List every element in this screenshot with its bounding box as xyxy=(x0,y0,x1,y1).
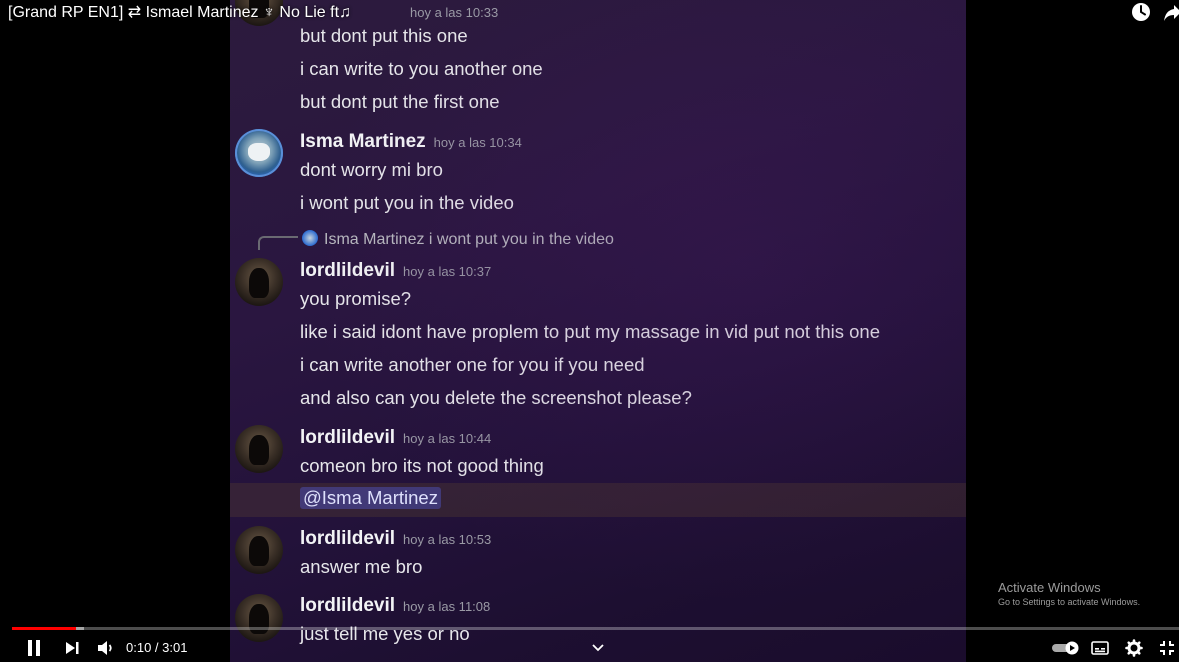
timestamp: hoy a las 10:37 xyxy=(403,264,492,279)
timestamp: hoy a las 10:53 xyxy=(403,532,492,547)
author-name: lordlildevil xyxy=(300,528,396,549)
pause-icon xyxy=(28,640,40,656)
timestamp: hoy a las 10:44 xyxy=(403,431,492,446)
volume-button[interactable] xyxy=(96,637,116,659)
timestamp: hoy a las 11:08 xyxy=(403,599,491,614)
message-author: Isma Martinez hoy a las 10:34 xyxy=(300,131,522,153)
time-separator: / xyxy=(151,640,163,655)
next-button[interactable] xyxy=(62,637,82,659)
message-author: lordlildevil hoy a las 10:37 xyxy=(300,260,491,282)
user-mention: @Isma Martinez xyxy=(300,487,441,509)
reply-avatar xyxy=(302,230,318,246)
expand-chevron-button[interactable] xyxy=(590,637,606,659)
message-line: i can write to you another one xyxy=(300,58,543,79)
author-name: lordlildevil xyxy=(300,260,396,281)
autoplay-toggle-icon xyxy=(1052,641,1079,655)
message-author: lordlildevil hoy a las 10:53 xyxy=(300,528,491,550)
exit-fullscreen-icon xyxy=(1160,641,1174,655)
mention-highlight-row: @Isma Martinez xyxy=(230,483,966,517)
settings-gear-icon xyxy=(1125,639,1143,657)
message-line: answer me bro xyxy=(300,556,423,577)
subtitles-icon xyxy=(1091,641,1109,655)
message-line: i can write another one for you if you n… xyxy=(300,354,645,375)
reply-spine xyxy=(258,236,298,250)
reply-text: i wont put you in the video xyxy=(428,231,614,248)
message-line: i wont put you in the video xyxy=(300,192,514,213)
avatar xyxy=(235,129,283,177)
share-arrow-icon[interactable] xyxy=(1162,2,1179,22)
message-line: you promise? xyxy=(300,288,412,309)
message-line: and also can you delete the screenshot p… xyxy=(300,387,692,408)
reply-author: Isma Martinez xyxy=(324,231,425,248)
author-name: lordlildevil xyxy=(300,595,396,616)
message-line: dont worry mi bro xyxy=(300,159,443,180)
volume-icon xyxy=(98,641,112,655)
message-line: comeon bro its not good thing xyxy=(300,455,544,476)
settings-button[interactable] xyxy=(1124,637,1144,659)
author-name: lordlildevil xyxy=(300,427,396,448)
subtitles-button[interactable] xyxy=(1090,637,1110,659)
message-author: lordlildevil hoy a las 10:44 xyxy=(300,427,491,449)
avatar xyxy=(235,526,283,574)
message-line: but dont put this one xyxy=(300,25,468,46)
message-author: lordlildevil hoy a las 11:08 xyxy=(300,595,490,617)
video-player[interactable]: hoy a las 10:33 but dont put this one i … xyxy=(0,0,1179,662)
avatar xyxy=(235,425,283,473)
watermark-subtitle: Go to Settings to activate Windows. xyxy=(998,597,1141,607)
watermark-title: Activate Windows xyxy=(998,580,1101,595)
avatar xyxy=(235,258,283,306)
autoplay-toggle[interactable] xyxy=(1051,637,1081,659)
reply-reference: Isma Martinez i wont put you in the vide… xyxy=(258,230,614,250)
duration: 3:01 xyxy=(162,640,188,655)
current-time: 0:10 xyxy=(126,640,152,655)
timestamp: hoy a las 10:34 xyxy=(433,135,522,150)
progress-bar[interactable] xyxy=(12,627,1179,630)
message-line: like i said idont have proplem to put my… xyxy=(300,321,880,342)
exit-fullscreen-button[interactable] xyxy=(1157,637,1177,659)
time-display: 0:10 / 3:01 xyxy=(126,640,187,655)
avatar xyxy=(235,594,283,642)
pause-button[interactable] xyxy=(24,637,44,659)
author-name: Isma Martinez xyxy=(300,131,426,152)
progress-played xyxy=(12,627,77,630)
chevron-down-icon xyxy=(592,644,604,652)
message-line: but dont put the first one xyxy=(300,91,500,112)
watch-later-clock-icon[interactable] xyxy=(1131,2,1151,22)
video-frame[interactable]: hoy a las 10:33 but dont put this one i … xyxy=(230,0,966,662)
next-icon xyxy=(66,642,79,654)
video-title[interactable]: [Grand RP EN1] ⇄ Ismael Martinez ♆ No Li… xyxy=(0,0,1119,26)
activate-windows-watermark: Activate Windows Go to Settings to activ… xyxy=(998,580,1140,607)
